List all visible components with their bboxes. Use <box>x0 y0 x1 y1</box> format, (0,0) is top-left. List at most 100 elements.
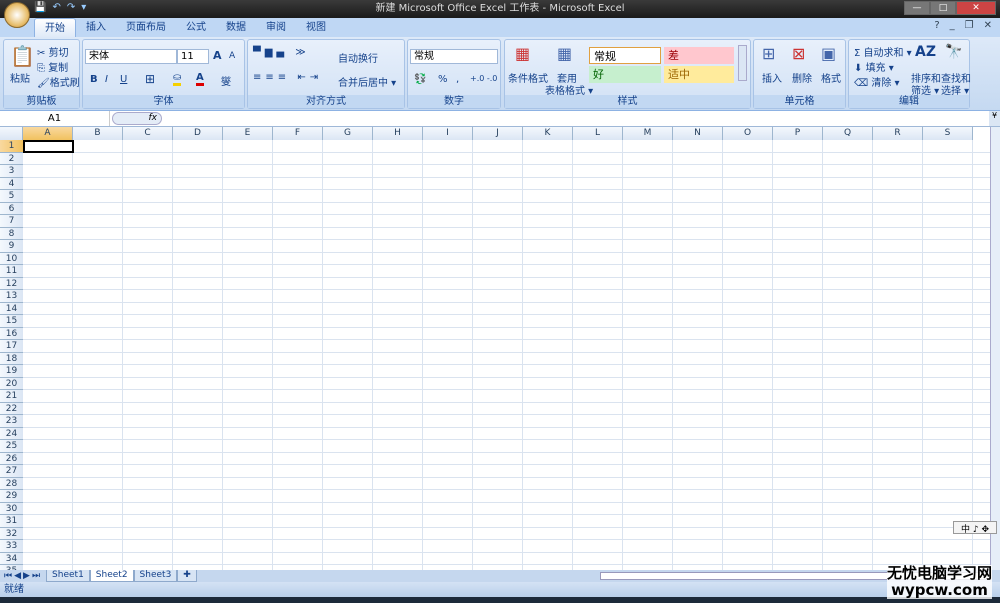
row-header[interactable]: 23 <box>0 415 23 428</box>
row-header[interactable]: 13 <box>0 290 23 303</box>
row-header[interactable]: 10 <box>0 252 23 265</box>
delete-cells-button[interactable]: 删除 <box>792 70 812 85</box>
redo-icon[interactable]: ↷ <box>67 2 75 16</box>
phonetic-button[interactable]: 燮 <box>221 73 231 88</box>
tab-4[interactable]: 数据 <box>216 18 256 37</box>
row-header[interactable]: 26 <box>0 452 23 465</box>
horizontal-align-icons[interactable]: ≡≡≡ ⇤⇥ <box>253 72 322 83</box>
row-header[interactable]: 20 <box>0 377 23 390</box>
font-color-button[interactable]: A <box>196 72 204 86</box>
name-box[interactable]: A1 <box>0 111 110 126</box>
tab-3[interactable]: 公式 <box>176 18 216 37</box>
style-neutral[interactable]: 适中 <box>664 66 734 83</box>
column-header[interactable]: F <box>273 127 323 140</box>
column-header[interactable]: S <box>923 127 973 140</box>
column-header[interactable]: N <box>673 127 723 140</box>
row-header[interactable]: 31 <box>0 515 23 528</box>
workbook-minimize-icon[interactable]: _ <box>950 20 955 31</box>
column-header[interactable]: A <box>23 127 73 140</box>
comma-button[interactable]: , <box>456 74 459 85</box>
close-button[interactable]: ✕ <box>956 1 996 15</box>
select-all-corner[interactable] <box>0 127 23 140</box>
column-header[interactable]: I <box>423 127 473 140</box>
row-header[interactable]: 3 <box>0 165 23 178</box>
column-header[interactable]: G <box>323 127 373 140</box>
conditional-format-button[interactable]: 条件格式 <box>508 70 548 85</box>
minimize-button[interactable]: — <box>904 1 930 15</box>
autosum-button[interactable]: Σ 自动求和 ▾ <box>854 44 912 59</box>
fill-color-icon[interactable]: ⛀ <box>173 72 182 86</box>
row-header[interactable]: 30 <box>0 502 23 515</box>
row-header[interactable]: 27 <box>0 465 23 478</box>
copy-button[interactable]: ⎘ 复制 <box>37 59 68 74</box>
row-header[interactable]: 6 <box>0 202 23 215</box>
format-painter-button[interactable]: 🖌格式刷 <box>37 74 80 89</box>
row-header[interactable]: 9 <box>0 240 23 253</box>
row-header[interactable]: 8 <box>0 227 23 240</box>
row-header[interactable]: 19 <box>0 365 23 378</box>
tab-0[interactable]: 开始 <box>34 18 76 37</box>
column-header[interactable]: E <box>223 127 273 140</box>
vertical-align-icons[interactable]: ▀▆▄ ≫ <box>253 47 310 58</box>
cut-button[interactable]: ✂ 剪切 <box>37 44 69 59</box>
shrink-font-button[interactable]: A <box>229 51 235 61</box>
row-header[interactable]: 34 <box>0 552 23 565</box>
row-header[interactable]: 14 <box>0 302 23 315</box>
clear-button[interactable]: ⌫ 清除 ▾ <box>854 74 900 89</box>
currency-icon[interactable]: 💱 <box>414 74 426 85</box>
workbook-close-icon[interactable]: ✕ <box>984 20 992 31</box>
font-name-select[interactable]: 宋体 <box>85 49 177 64</box>
sheet-tab[interactable]: Sheet1 <box>46 570 90 582</box>
style-normal[interactable]: 常规 <box>589 47 661 64</box>
active-cell[interactable] <box>23 140 74 153</box>
row-header[interactable]: 17 <box>0 340 23 353</box>
column-header[interactable]: Q <box>823 127 873 140</box>
border-icon[interactable]: ⊞ <box>145 72 155 86</box>
row-header[interactable]: 15 <box>0 315 23 328</box>
wrap-text-button[interactable]: 自动换行 <box>338 50 378 65</box>
maximize-button[interactable]: □ <box>930 1 956 15</box>
number-format-select[interactable]: 常规 <box>410 49 498 64</box>
insert-function-button[interactable]: fx <box>112 112 162 125</box>
sheet-tab[interactable]: Sheet2 <box>89 570 134 582</box>
row-header[interactable]: 1 <box>0 140 23 153</box>
row-header[interactable]: 18 <box>0 352 23 365</box>
insert-cells-button[interactable]: 插入 <box>762 70 782 85</box>
row-header[interactable]: 28 <box>0 477 23 490</box>
column-header[interactable]: O <box>723 127 773 140</box>
column-header[interactable]: B <box>73 127 123 140</box>
sheet-nav-icons[interactable]: ⏮◀▶⏭ <box>0 571 46 581</box>
tab-5[interactable]: 审阅 <box>256 18 296 37</box>
customize-qat-icon[interactable]: ▾ <box>81 2 86 16</box>
formula-input[interactable] <box>164 111 988 126</box>
row-header[interactable]: 12 <box>0 277 23 290</box>
insert-sheet-icon[interactable]: ✚ <box>177 570 197 582</box>
tab-1[interactable]: 插入 <box>76 18 116 37</box>
row-header[interactable]: 32 <box>0 527 23 540</box>
fill-button[interactable]: ⬇ 填充 ▾ <box>854 59 894 74</box>
undo-icon[interactable]: ↶ <box>52 2 60 16</box>
column-header[interactable]: R <box>873 127 923 140</box>
tab-2[interactable]: 页面布局 <box>116 18 176 37</box>
row-header[interactable]: 33 <box>0 540 23 553</box>
sheet-tab[interactable]: Sheet3 <box>133 570 178 582</box>
column-header[interactable]: P <box>773 127 823 140</box>
vertical-scrollbar[interactable] <box>990 127 1000 570</box>
italic-button[interactable]: I <box>105 74 108 85</box>
underline-button[interactable]: U <box>120 74 127 85</box>
format-cells-button[interactable]: 格式 <box>821 70 841 85</box>
row-header[interactable]: 7 <box>0 215 23 228</box>
grow-font-button[interactable]: A <box>213 49 222 62</box>
row-header[interactable]: 5 <box>0 190 23 203</box>
styles-scroll[interactable] <box>738 45 747 81</box>
ime-toolbar[interactable]: 中 ♪ ✥ <box>953 521 997 535</box>
percent-button[interactable]: % <box>438 74 448 85</box>
column-header[interactable]: D <box>173 127 223 140</box>
merge-center-button[interactable]: 合并后居中 ▾ <box>338 74 396 89</box>
column-header[interactable]: C <box>123 127 173 140</box>
save-icon[interactable]: 💾 <box>34 2 46 16</box>
office-button[interactable] <box>4 2 30 28</box>
column-header[interactable]: L <box>573 127 623 140</box>
row-header[interactable]: 22 <box>0 402 23 415</box>
workbook-restore-icon[interactable]: ❐ <box>965 20 974 31</box>
